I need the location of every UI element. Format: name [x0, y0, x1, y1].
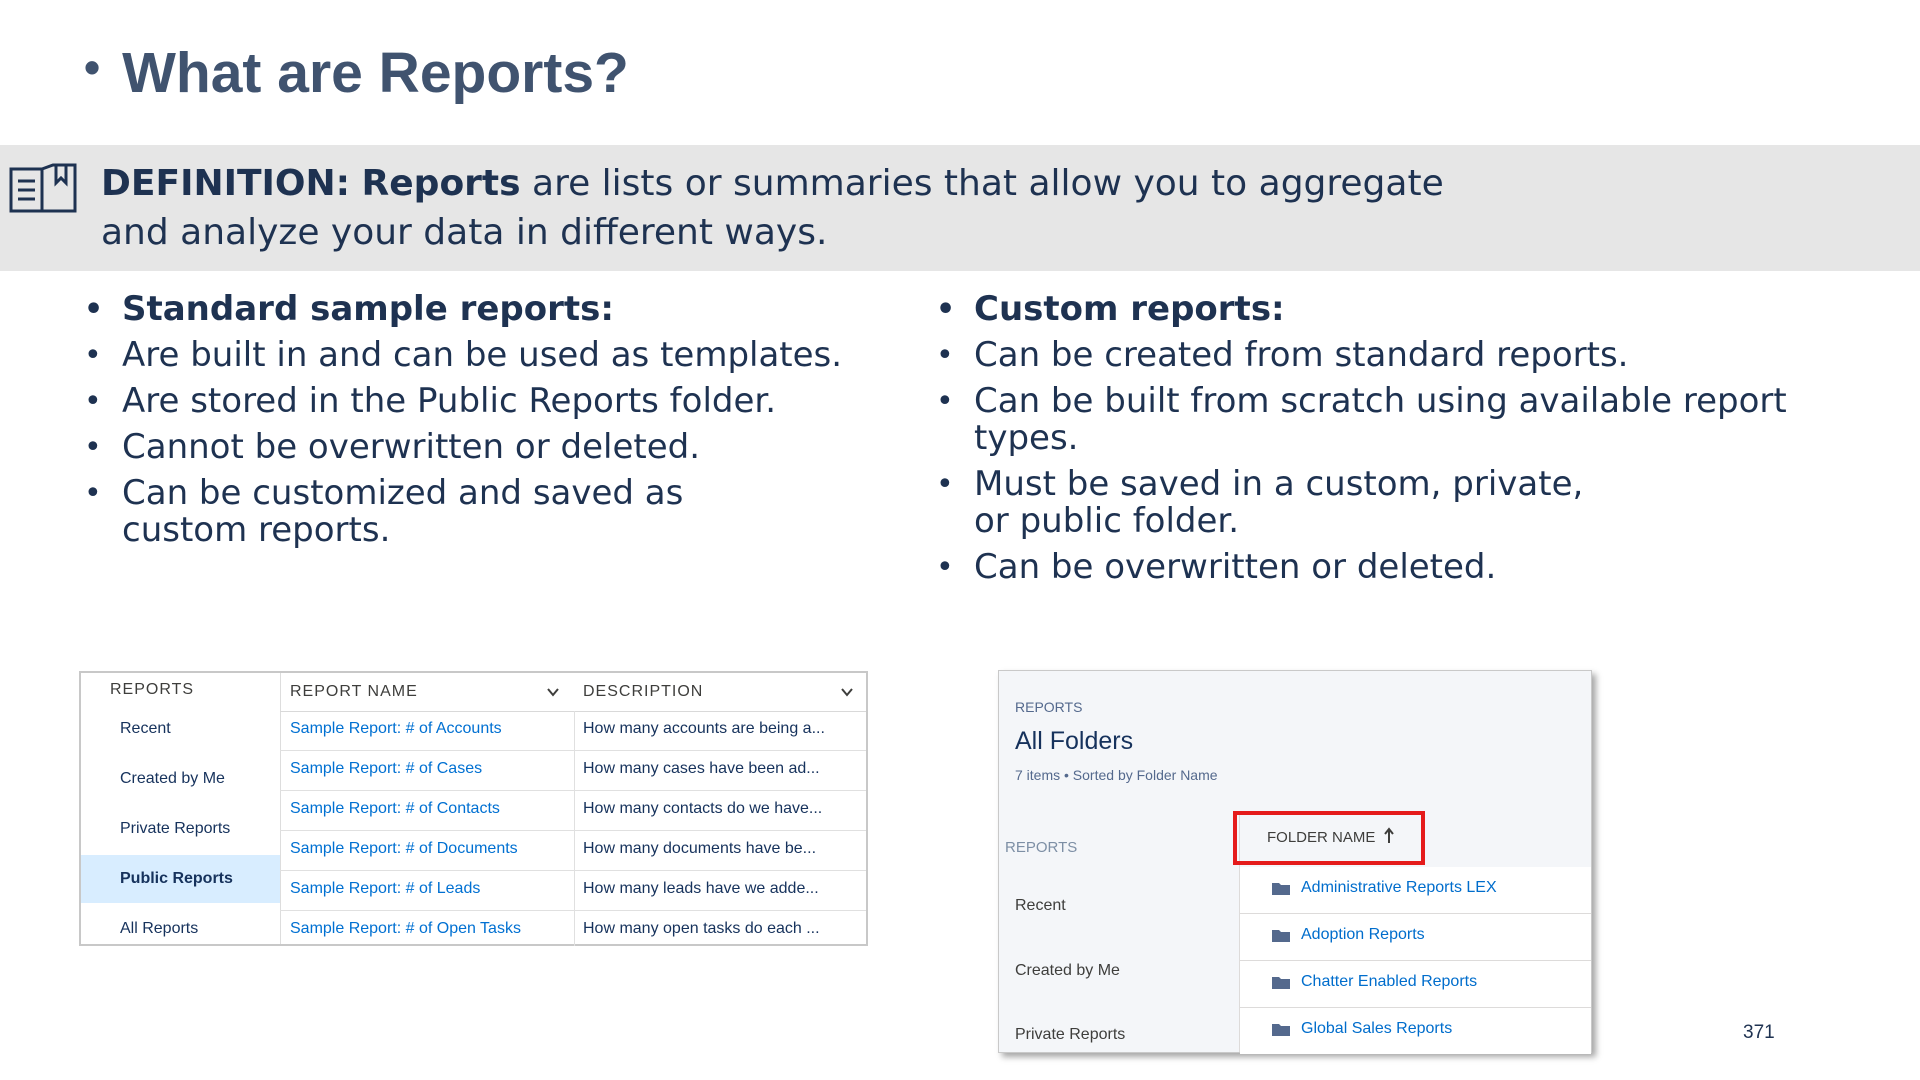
report-description: How many accounts are being a...: [583, 720, 825, 737]
definition-label: DEFINITION:: [101, 163, 351, 204]
folder-name-link[interactable]: Global Sales Reports: [1301, 1020, 1452, 1038]
title-bullet: •: [84, 41, 101, 93]
folders-header: REPORTS All Folders 7 items • Sorted by …: [999, 671, 1591, 813]
folder-row: Global Sales Reports: [1240, 1008, 1591, 1054]
sort-ascending-icon[interactable]: [1383, 827, 1395, 845]
page-number: 371: [1743, 1022, 1775, 1043]
list-item: Can be overwritten or deleted.: [936, 549, 1796, 587]
book-icon: [9, 163, 77, 213]
folder-row: Adoption Reports: [1240, 914, 1591, 961]
report-description: How many contacts do we have...: [583, 800, 823, 817]
folder-name-link[interactable]: Administrative Reports LEX: [1301, 879, 1497, 897]
folder-name-link[interactable]: Adoption Reports: [1301, 926, 1425, 944]
list-heading: Standard sample reports:: [84, 291, 844, 329]
report-description: How many leads have we adde...: [583, 880, 819, 897]
slide-title-text: What are Reports?: [122, 41, 629, 105]
all-folders-screenshot: REPORTS All Folders 7 items • Sorted by …: [998, 670, 1592, 1054]
report-name-link[interactable]: Sample Report: # of Contacts: [290, 800, 500, 818]
reports-sidebar: REPORTS Recent Created by Me Private Rep…: [81, 673, 281, 944]
report-name-link[interactable]: Sample Report: # of Leads: [290, 880, 480, 898]
list-item: Cannot be overwritten or deleted.: [84, 429, 844, 467]
folder-name-column-highlight[interactable]: FOLDER NAME: [1233, 811, 1425, 865]
standard-reports-list: Standard sample reports: Are built in an…: [84, 291, 844, 558]
folder-row: Chatter Enabled Reports: [1240, 961, 1591, 1008]
table-row: Sample Report: # of Accounts How many ac…: [280, 711, 866, 751]
folder-row: Administrative Reports LEX: [1240, 867, 1591, 914]
reports-list-screenshot: REPORTS Recent Created by Me Private Rep…: [79, 671, 868, 946]
list-item: Can be built from scratch using availabl…: [936, 383, 1796, 457]
sidebar-item-public-reports[interactable]: Public Reports: [81, 855, 280, 903]
folders-sidebar: REPORTS Recent Created by Me Private Rep…: [999, 812, 1240, 1052]
report-name-link[interactable]: Sample Report: # of Accounts: [290, 720, 502, 738]
report-name-link[interactable]: Sample Report: # of Cases: [290, 760, 482, 778]
header-subtitle: 7 items • Sorted by Folder Name: [1015, 767, 1218, 783]
list-heading: Custom reports:: [936, 291, 1796, 329]
table-row: Sample Report: # of Contacts How many co…: [280, 791, 866, 831]
list-item: Must be saved in a custom, private, or p…: [936, 466, 1594, 540]
report-description: How many cases have been ad...: [583, 760, 820, 777]
folder-icon: [1272, 1024, 1290, 1036]
folder-icon: [1272, 883, 1290, 895]
report-name-link[interactable]: Sample Report: # of Open Tasks: [290, 920, 521, 938]
report-name-link[interactable]: Sample Report: # of Documents: [290, 840, 518, 858]
header-title: All Folders: [1015, 727, 1134, 755]
sidebar-item-recent[interactable]: Recent: [81, 705, 280, 753]
slide-title: • What are Reports?: [84, 40, 629, 106]
sidebar-item-created-by-me[interactable]: Created by Me: [1015, 962, 1120, 980]
table-row: Sample Report: # of Cases How many cases…: [280, 751, 866, 791]
list-item: Can be created from standard reports.: [936, 337, 1796, 375]
sidebar-header: REPORTS: [110, 681, 195, 698]
definition-text: DEFINITION: Reports are lists or summari…: [101, 159, 1521, 257]
chevron-down-icon[interactable]: [840, 685, 854, 699]
table-row: Sample Report: # of Leads How many leads…: [280, 871, 866, 911]
report-description: How many open tasks do each ...: [583, 920, 820, 937]
column-header-description[interactable]: DESCRIPTION: [583, 683, 703, 701]
column-header-report-name[interactable]: REPORT NAME: [290, 683, 418, 701]
header-label: REPORTS: [1015, 699, 1083, 715]
table-header: REPORT NAME DESCRIPTION: [280, 673, 866, 712]
folder-icon: [1272, 977, 1290, 989]
list-item: Can be customized and saved as custom re…: [84, 475, 702, 549]
folder-icon: [1272, 930, 1290, 942]
custom-reports-list: Custom reports: Can be created from stan…: [936, 291, 1796, 595]
sidebar-item-private-reports[interactable]: Private Reports: [81, 805, 280, 853]
list-item: Are built in and can be used as template…: [84, 337, 844, 375]
definition-term: Reports: [361, 163, 521, 204]
sidebar-header: REPORTS: [1005, 839, 1078, 856]
chevron-down-icon[interactable]: [546, 685, 560, 699]
table-row: Sample Report: # of Documents How many d…: [280, 831, 866, 871]
column-header-folder-name[interactable]: FOLDER NAME: [1267, 829, 1375, 846]
sidebar-item-private-reports[interactable]: Private Reports: [1015, 1026, 1125, 1044]
list-item: Are stored in the Public Reports folder.: [84, 383, 844, 421]
sidebar-item-all-reports[interactable]: All Reports: [81, 905, 280, 953]
sidebar-item-recent[interactable]: Recent: [1015, 897, 1066, 915]
table-row: Sample Report: # of Open Tasks How many …: [280, 911, 866, 950]
report-description: How many documents have be...: [583, 840, 817, 857]
sidebar-item-created-by-me[interactable]: Created by Me: [81, 755, 280, 803]
folder-name-link[interactable]: Chatter Enabled Reports: [1301, 973, 1477, 991]
